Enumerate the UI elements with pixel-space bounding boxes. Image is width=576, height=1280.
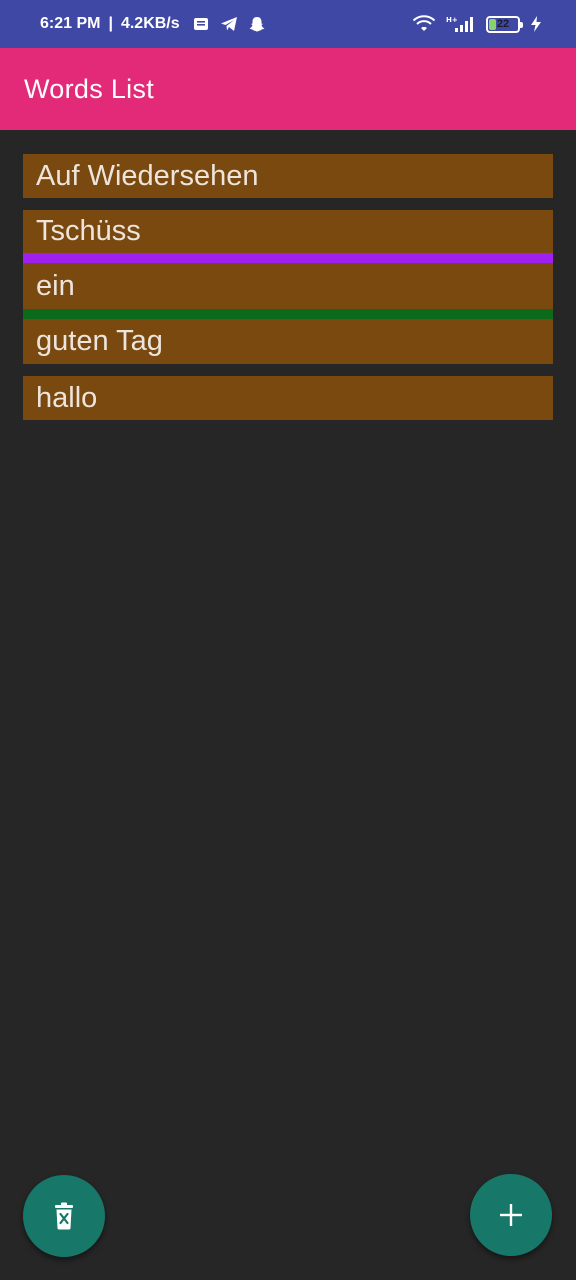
battery-icon: 22 bbox=[486, 15, 523, 33]
add-word-button[interactable] bbox=[470, 1174, 552, 1256]
word-item-guten-tag[interactable]: guten Tag bbox=[23, 319, 553, 364]
battery-fill bbox=[489, 18, 496, 30]
divider-green bbox=[23, 309, 553, 319]
status-separator: | bbox=[108, 15, 113, 32]
page-title: Words List bbox=[24, 73, 155, 104]
delete-icon bbox=[55, 1202, 73, 1230]
word-item-tschuess[interactable]: Tschüss bbox=[23, 210, 553, 253]
telegram-icon bbox=[220, 17, 237, 31]
svg-text:H+: H+ bbox=[446, 16, 458, 24]
status-left: 6:21 PM | 4.2KB/s bbox=[40, 15, 266, 33]
status-time: 6:21 PM bbox=[40, 15, 101, 32]
app-bar: Words List bbox=[0, 48, 576, 130]
notification-icons bbox=[192, 15, 266, 33]
signal-icon: H+ bbox=[446, 16, 473, 32]
word-item-hallo[interactable]: hallo bbox=[23, 376, 553, 420]
status-right: H+ 22 bbox=[412, 15, 542, 33]
word-item-auf-wiedersehen[interactable]: Auf Wiedersehen bbox=[23, 154, 553, 198]
status-bar: 6:21 PM | 4.2KB/s H+ 22 bbox=[0, 0, 576, 48]
wifi-icon bbox=[412, 15, 436, 31]
charging-icon bbox=[531, 16, 541, 32]
divider-purple bbox=[23, 253, 553, 263]
network-speed: 4.2KB/s bbox=[120, 15, 180, 32]
notes-icon bbox=[193, 18, 208, 30]
battery-level: 22 bbox=[496, 18, 510, 30]
delete-all-button[interactable] bbox=[23, 1175, 105, 1257]
snapchat-icon bbox=[249, 17, 265, 32]
word-item-ein[interactable]: ein bbox=[23, 263, 553, 309]
add-icon bbox=[500, 1204, 522, 1226]
